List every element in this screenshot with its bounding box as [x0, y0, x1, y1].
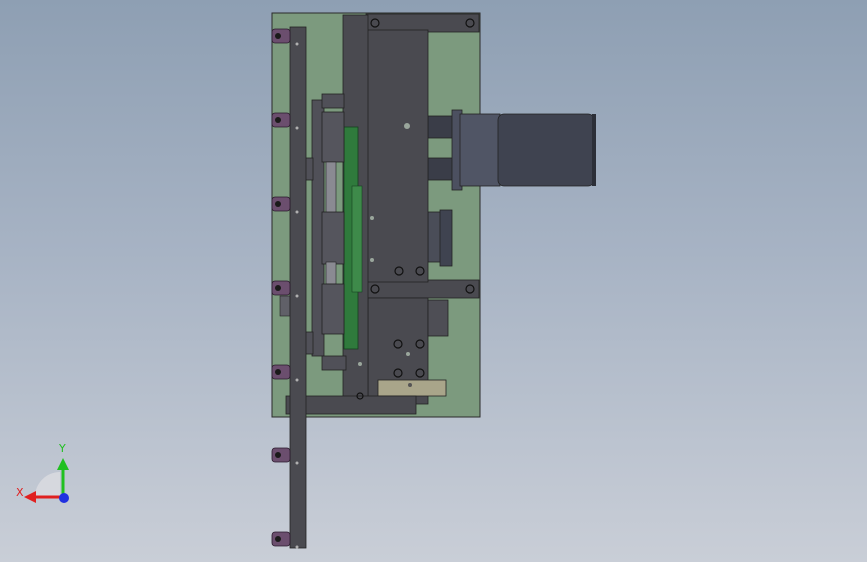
hole-icon: [406, 352, 410, 356]
y-axis-label: Y: [59, 442, 66, 455]
bolt-icon: [275, 201, 281, 207]
outer-vertical-bar[interactable]: [289, 26, 307, 549]
hole-icon: [408, 383, 412, 387]
hole-icon: [295, 126, 299, 130]
z-axis-dot: [59, 493, 69, 503]
cad-model[interactable]: [0, 0, 867, 562]
y-axis-arrowhead: [57, 458, 69, 470]
hole-icon: [295, 210, 299, 214]
motor-assembly[interactable]: [427, 109, 596, 191]
hole-icon: [295, 42, 299, 46]
bolt-icon: [275, 452, 281, 458]
top-rail[interactable]: [365, 13, 480, 33]
x-axis-label: X: [16, 486, 24, 499]
view-triad: [24, 458, 69, 503]
x-axis-arrowhead: [24, 491, 36, 503]
hole-icon: [370, 216, 374, 220]
bolt-icon: [275, 369, 281, 375]
graphics-viewport[interactable]: Y X: [0, 0, 867, 562]
sensor[interactable]: [279, 295, 291, 317]
hole-icon: [295, 461, 299, 465]
bronze-plate[interactable]: [377, 379, 447, 397]
hole-icon: [370, 258, 374, 262]
bolt-icon: [275, 285, 281, 291]
bolt-icon: [275, 117, 281, 123]
side-bracket[interactable]: [427, 299, 449, 337]
bolt-icon: [275, 536, 281, 542]
hole-icon: [358, 362, 362, 366]
hole-icon: [295, 545, 299, 549]
hole-icon: [295, 378, 299, 382]
bolt-icon: [275, 33, 281, 39]
central-slide-block[interactable]: [365, 29, 429, 283]
triad-plane: [35, 472, 60, 497]
middle-rail[interactable]: [365, 279, 480, 299]
hole-icon: [404, 123, 410, 129]
pulley[interactable]: [427, 209, 453, 267]
hole-icon: [295, 294, 299, 298]
